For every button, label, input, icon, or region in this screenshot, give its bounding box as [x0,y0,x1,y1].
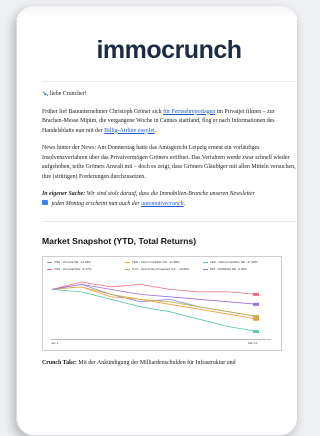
legend-item: LEG - LEG Immobilien SE: -17.26% [203,260,258,264]
legend-label: LEG - LEG Immobilien SE: -17.26% [210,260,258,264]
legend-swatch [47,268,52,270]
intro-paragraph: Früher lief Bauunternehmer Christoph Grö… [42,108,296,137]
x-tick-label-end: Mar 14 [248,341,258,345]
crunch-take-text: Mit der Ankündigung der Milliardenschuld… [76,360,236,366]
legend-item: VG8 - Vonovia/TAG: -2.17% [47,267,91,271]
series-end-marker [253,315,259,319]
intro-text-a: Früher lief Bauunternehmer Christoph Grö… [42,108,164,115]
newsletter-content: immocrunch ↘, liebe Cruncher! Früher lie… [42,20,296,368]
x-tick-label-start: Jan 2 [51,341,59,345]
crunch-take-paragraph: Crunch Take: Mit der Ankündigung der Mil… [42,359,296,368]
legend-label: VG8 - Vonovia/TAG: -2.17% [54,267,92,271]
legend-swatch [203,268,208,270]
device-bezel-top [16,6,298,20]
greeting-text: , liebe Cruncher! [46,91,87,97]
legend-swatch [125,268,130,270]
market-chart: VNA - Vonovia SE: -11.03% TEG - TAG Immob… [42,256,282,351]
legend-item: TEG - TAG Immobilien AG: -11.89% [125,260,180,264]
calendar-icon [42,200,48,205]
legend-swatch [125,261,130,263]
series-end-marker [253,302,259,306]
announcement-text-a: Wir sind stolz darauf, dass die Immobili… [85,191,255,197]
header-divider [42,81,296,82]
crunch-take-lead: Crunch Take: [42,360,77,366]
announcement-text-c: . [183,200,186,207]
series-end-marker [253,292,259,296]
link-fernsehreportagen[interactable]: für Fernsehreportagen [163,109,215,115]
announcement-lead: In eigener Sache: [42,191,86,197]
legend-label: VNA - Vonovia SE: -11.03% [54,260,91,264]
legend-item: VNA - Vonovia SE: -11.03% [47,260,91,264]
announcement-paragraph: In eigener Sache: Wir sind stolz darauf,… [42,190,296,209]
greeting-line: ↘, liebe Cruncher! [42,90,296,100]
chart-title: Market Snapshot (YTD, Total Returns) [42,236,197,246]
device-frame: immocrunch ↘, liebe Cruncher! Früher lie… [16,6,298,436]
legend-swatch [203,261,208,263]
legend-label: GYC - Grand City Properties S.A.: -10.95… [132,267,190,271]
legend-item: PAT - PATRIZIA SE: -6.09% [203,267,247,271]
link-billig-airline[interactable]: Billig-Airline easyJet [104,128,155,134]
link-automotivecrunch[interactable]: automotivecrunch [141,201,184,207]
section-divider [42,221,296,222]
legend-swatch [47,261,52,263]
legend-label: PAT - PATRIZIA SE: -6.09% [210,267,247,271]
intro-text-c: . [154,127,157,134]
chart-plot-area [51,281,259,334]
x-axis [51,339,271,340]
legend-item: GYC - Grand City Properties S.A.: -10.95… [125,267,189,271]
series-end-marker [253,330,259,334]
legend-label: TEG - TAG Immobilien AG: -11.89% [132,260,180,264]
announcement-text-b: jeden Montag erscheint nun auch der [50,200,142,207]
brand-logo: immocrunch [96,36,242,64]
news-paragraph: News hinter der News: Am Donnerstag hatt… [42,145,296,180]
